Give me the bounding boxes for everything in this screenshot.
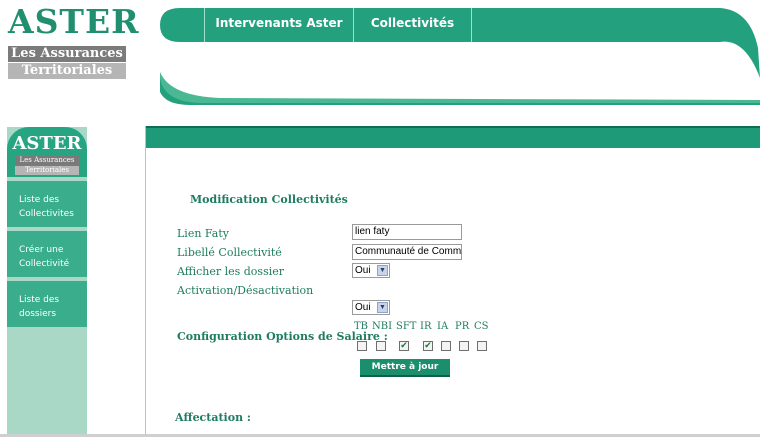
sidebar-item-label-line2: Collectivité xyxy=(19,259,70,269)
activation-select[interactable]: Oui ▼ xyxy=(352,300,390,315)
logo-line1: Les Assurances xyxy=(8,46,126,62)
check-icon: ✔ xyxy=(400,341,408,351)
mettre-a-jour-button[interactable]: Mettre à jour xyxy=(360,359,450,377)
check-icon: ✔ xyxy=(424,341,432,351)
afficher-dossier-select[interactable]: Oui ▼ xyxy=(352,263,390,278)
option-label-nbi: NBI xyxy=(372,321,393,332)
sidebar-logo-brand: ASTER xyxy=(12,133,82,154)
top-navigation: Intervenants Aster Collectivités xyxy=(160,8,760,78)
sidebar-item-label-line2: dossiers xyxy=(19,309,57,319)
chevron-down-icon: ▼ xyxy=(377,302,388,313)
option-label-cs: CS xyxy=(474,321,489,332)
lien-faty-input[interactable]: lien faty xyxy=(352,224,462,240)
option-label-tb: TB xyxy=(354,321,369,332)
form-title: Modification Collectivités xyxy=(190,193,348,206)
checkbox-cs[interactable] xyxy=(477,341,487,351)
logo-brand: ASTER xyxy=(8,2,140,41)
sidebar-item-creer-collectivite[interactable]: Créer une Collectivité xyxy=(7,231,87,277)
checkbox-tb[interactable] xyxy=(357,341,367,351)
activation-label: Activation/Désactivation xyxy=(177,284,314,297)
option-label-sft: SFT xyxy=(396,321,417,332)
main-panel xyxy=(145,126,760,437)
sidebar-item-label-line2: Collectivites xyxy=(19,209,74,219)
checkbox-ia[interactable] xyxy=(441,341,451,351)
tab-intervenants-aster[interactable]: Intervenants Aster xyxy=(204,8,354,42)
sidebar: ASTER Les Assurances Territoriales Liste… xyxy=(7,127,87,437)
sidebar-logo-line1: Les Assurances xyxy=(15,156,79,165)
tab-collectivites[interactable]: Collectivités xyxy=(354,8,472,42)
option-label-ir: IR xyxy=(420,321,432,332)
checkbox-nbi[interactable] xyxy=(376,341,386,351)
afficher-dossier-label: Afficher les dossier xyxy=(177,265,285,278)
sidebar-logo: ASTER Les Assurances Territoriales xyxy=(7,127,87,177)
affectation-label: Affectation : xyxy=(175,411,251,424)
sidebar-item-label-line1: Créer une xyxy=(19,245,64,255)
activation-value: Oui xyxy=(355,302,371,313)
sidebar-item-liste-dossiers[interactable]: Liste des dossiers xyxy=(7,281,87,327)
sidebar-item-liste-collectivites[interactable]: Liste des Collectivites xyxy=(7,181,87,227)
afficher-dossier-value: Oui xyxy=(355,265,371,276)
option-label-ia: IA xyxy=(437,321,449,332)
libelle-collectivite-input[interactable]: Communauté de Comm xyxy=(352,244,462,260)
checkbox-pr[interactable] xyxy=(459,341,469,351)
header-swoosh-decoration xyxy=(160,72,760,105)
lien-faty-label: Lien Faty xyxy=(177,227,229,240)
checkbox-ir[interactable]: ✔ xyxy=(423,341,433,351)
main-header-bar xyxy=(146,126,760,148)
aster-logo: ASTER Les Assurances Territoriales xyxy=(8,2,139,79)
sidebar-logo-line2: Territoriales xyxy=(15,166,79,175)
option-label-pr: PR xyxy=(455,321,470,332)
sidebar-item-label-line1: Liste des xyxy=(19,195,60,205)
chevron-down-icon: ▼ xyxy=(377,265,388,276)
checkbox-sft[interactable]: ✔ xyxy=(399,341,409,351)
logo-line2: Territoriales xyxy=(8,63,126,79)
libelle-collectivite-label: Libellé Collectivité xyxy=(177,246,282,259)
sidebar-item-label-line1: Liste des xyxy=(19,295,60,305)
